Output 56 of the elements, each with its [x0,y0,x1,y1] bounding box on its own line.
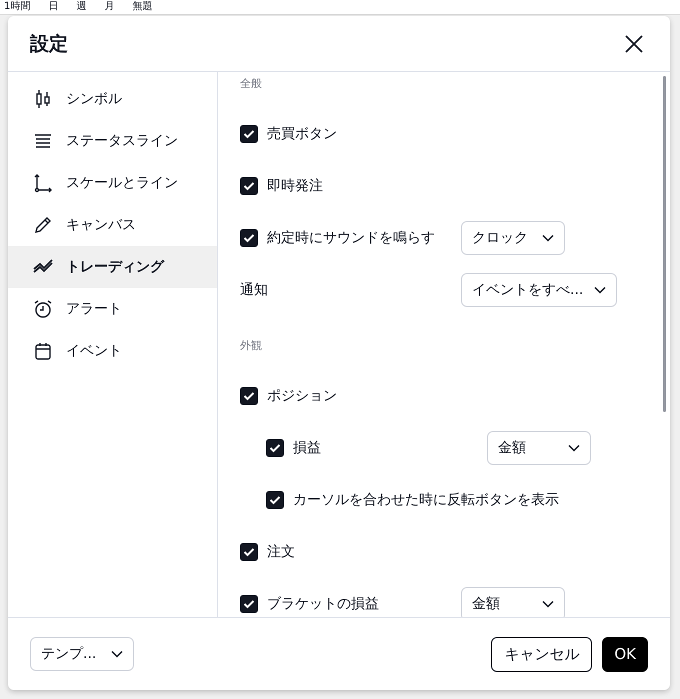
sidebar-item[interactable]: イベント [8,330,217,372]
check-icon [243,599,255,609]
alarm-clock-icon [32,298,54,320]
checkbox-label: ブラケットの損益 [267,595,380,613]
field-label: 通知 [240,281,269,299]
check-icon [243,181,255,191]
checkbox[interactable] [240,543,258,561]
dropdown[interactable]: イベントをすべ... [461,273,617,307]
checkbox-label: 損益 [293,439,322,457]
toolbar-item[interactable]: 1時間 [4,0,30,14]
check-icon [243,391,255,401]
template-dropdown[interactable]: テンプ... [30,637,134,671]
chevron-down-icon [542,234,554,242]
toolbar-item[interactable]: 日 [48,0,58,14]
dropdown[interactable]: クロック [461,221,565,255]
checkbox[interactable] [240,387,258,405]
axes-icon [32,172,54,194]
checkbox-label: カーソルを合わせた時に反転ボタンを表示 [293,491,559,509]
check-icon [243,547,255,557]
checkbox[interactable] [240,229,258,247]
checkbox-label: 約定時にサウンドを鳴らす [267,229,436,247]
dropdown[interactable]: 金額 [461,587,565,617]
checkbox-label: 売買ボタン [267,125,338,143]
chevron-down-icon [111,650,123,658]
sidebar-item[interactable]: トレーディング [8,246,217,288]
toolbar-item[interactable]: 無題 [132,0,152,14]
cancel-button[interactable]: キャンセル [491,636,592,672]
sidebar-item[interactable]: ステータスライン [8,120,217,162]
checkbox-label: 即時発注 [267,177,324,195]
check-icon [243,233,255,243]
dropdown[interactable]: 金額 [487,431,591,465]
ok-button[interactable]: OK [602,636,648,672]
checkbox-label: ポジション [267,387,338,405]
sidebar-item[interactable]: シンボル [8,78,217,120]
check-icon [269,443,281,453]
sidebar-item[interactable]: アラート [8,288,217,330]
chevron-down-icon [542,600,554,608]
chevron-down-icon [568,444,580,452]
checkbox-label: 注文 [267,543,296,561]
check-icon [269,495,281,505]
close-icon[interactable] [624,34,644,54]
checkbox[interactable] [266,491,284,509]
dialog-title: 設定 [30,32,68,56]
section-heading: 外観 [240,338,263,354]
checkbox[interactable] [240,125,258,143]
check-icon [243,129,255,139]
sidebar-item[interactable]: スケールとライン [8,162,217,204]
toolbar-item[interactable]: 週 [76,0,86,14]
sidebar-item[interactable]: キャンバス [8,204,217,246]
checkbox[interactable] [266,439,284,457]
chevron-down-icon [594,286,606,294]
section-heading: 全般 [240,76,263,92]
checkbox[interactable] [240,177,258,195]
toolbar-item[interactable]: 月 [104,0,114,14]
checkbox[interactable] [240,595,258,613]
scrollbar[interactable] [663,76,666,412]
